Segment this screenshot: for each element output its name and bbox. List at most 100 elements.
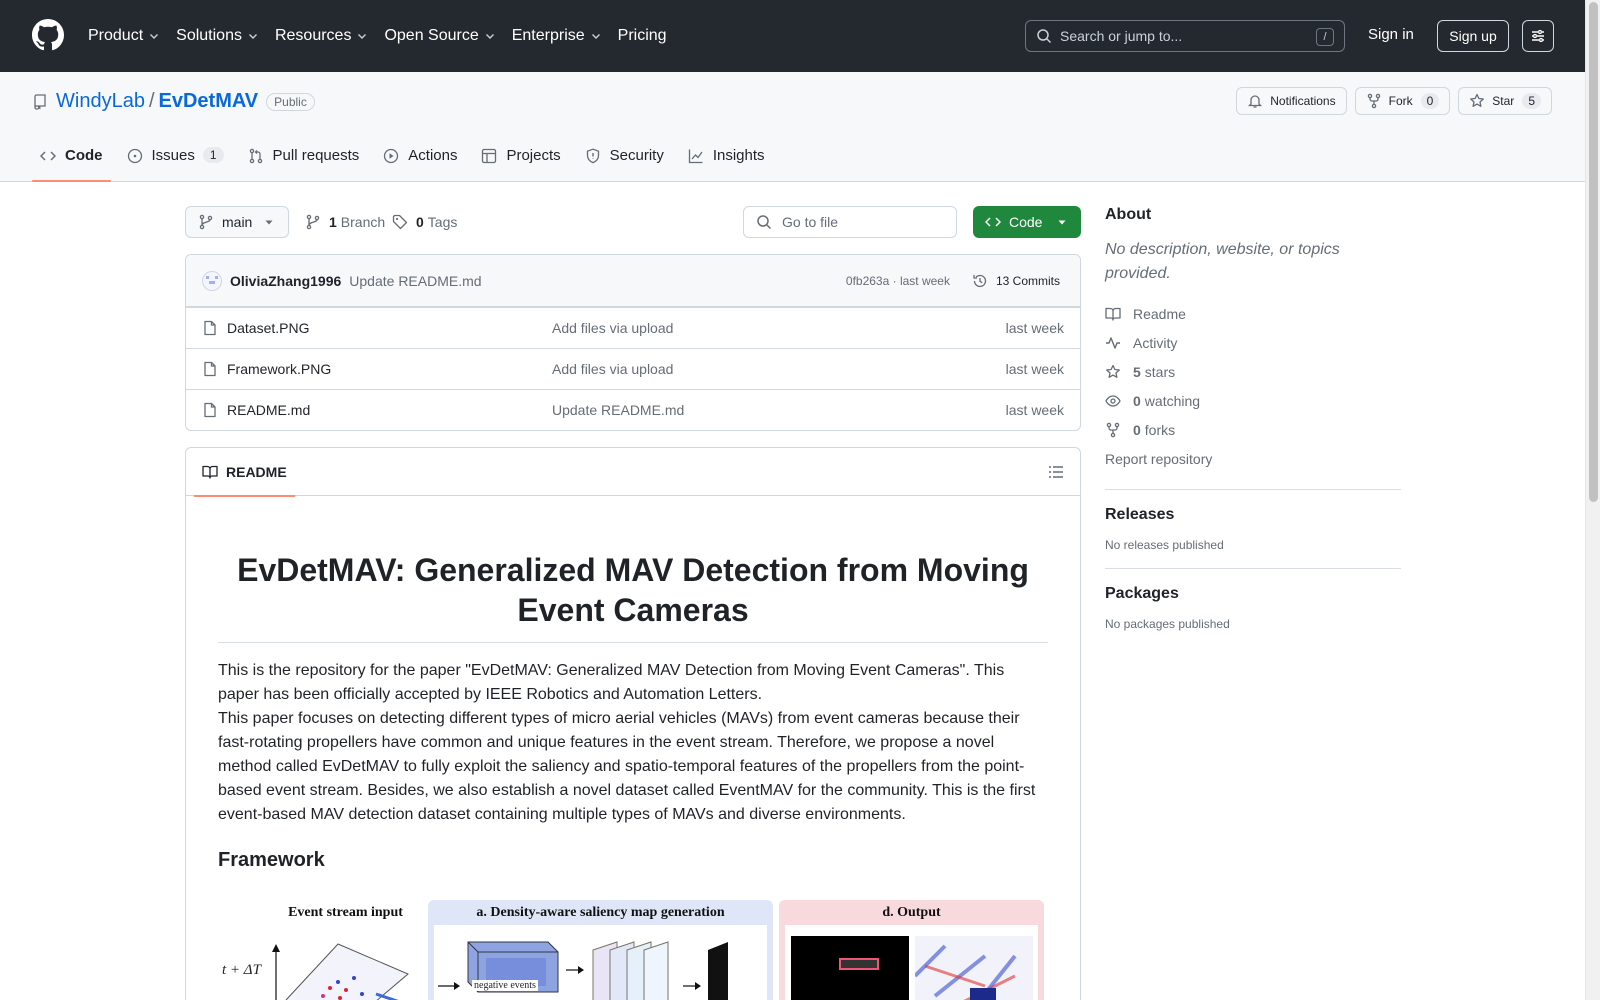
star-button[interactable]: Star 5 <box>1458 87 1552 115</box>
github-logo-icon[interactable] <box>32 19 64 51</box>
repo-header: WindyLab / EvDetMAV Public Notifications… <box>0 72 1585 182</box>
readme-tab[interactable]: README <box>194 448 295 497</box>
tab-insights[interactable]: Insights <box>680 143 773 181</box>
repo-name-link[interactable]: EvDetMAV <box>159 90 259 113</box>
branches-link[interactable]: 1 Branch <box>305 206 385 238</box>
branch-selector[interactable]: main <box>185 206 289 238</box>
event-scene-icon <box>915 944 1017 1000</box>
play-icon <box>384 148 399 164</box>
graph-icon <box>688 149 703 164</box>
avatar[interactable] <box>202 270 222 291</box>
nav-open-source[interactable]: Open Source <box>384 27 495 45</box>
file-list: OliviaZhang1996 Update README.md 0fb263a… <box>185 254 1081 431</box>
watching-link[interactable]: 0 watching <box>1105 386 1401 415</box>
code-icon <box>40 151 56 161</box>
framework-heading: Framework <box>218 849 325 871</box>
search-icon <box>1037 29 1052 44</box>
table-icon <box>482 148 497 164</box>
forks-label: forks <box>1144 421 1176 438</box>
tab-code-label: Code <box>65 147 103 164</box>
caret-down-icon <box>265 220 273 225</box>
tags-link[interactable]: 0 Tags <box>392 206 457 238</box>
notifications-button[interactable]: Notifications <box>1236 87 1347 115</box>
figure-block-a-label: negative events <box>472 980 538 991</box>
page-scrollbar[interactable] <box>1585 0 1600 1000</box>
about-links: Readme Activity 5 stars 0 watching 0 for… <box>1105 299 1401 473</box>
visibility-badge: Public <box>266 92 315 111</box>
commit-time: last week <box>899 274 950 288</box>
tab-security[interactable]: Security <box>577 143 672 181</box>
avatar-identicon-icon <box>206 275 218 284</box>
tab-projects-label: Projects <box>506 147 561 164</box>
commit-message[interactable]: Update README.md <box>349 273 481 289</box>
sign-in-link[interactable]: Sign in <box>1368 26 1414 43</box>
global-header: Product Solutions Resources Open Source … <box>0 0 1585 72</box>
readme-header: README <box>186 448 1080 497</box>
go-to-file-input[interactable]: Go to file <box>743 206 957 238</box>
pull-request-icon <box>249 148 262 164</box>
latest-commit-bar: OliviaZhang1996 Update README.md 0fb263a… <box>186 255 1080 307</box>
forks-link[interactable]: 0 forks <box>1105 415 1401 444</box>
file-commit-message[interactable]: Update README.md <box>552 402 684 418</box>
file-date: last week <box>1005 320 1064 336</box>
tab-issues-label: Issues <box>151 147 195 164</box>
file-row[interactable]: Framework.PNG Add files via upload last … <box>186 348 1080 389</box>
file-name[interactable]: Dataset.PNG <box>227 320 552 336</box>
nav-product[interactable]: Product <box>88 27 160 45</box>
chevron-down-icon <box>485 34 494 39</box>
fork-button[interactable]: Fork 0 <box>1354 87 1451 115</box>
commit-hash[interactable]: 0fb263a <box>846 274 889 288</box>
search-input[interactable]: Search or jump to... / <box>1025 20 1345 52</box>
nav-pricing[interactable]: Pricing <box>618 27 667 45</box>
nav-enterprise[interactable]: Enterprise <box>512 27 602 45</box>
activity-link[interactable]: Activity <box>1105 328 1401 357</box>
branch-icon <box>199 214 213 230</box>
tab-projects[interactable]: Projects <box>473 143 568 181</box>
packages-heading[interactable]: Packages <box>1105 585 1401 603</box>
stars-link[interactable]: 5 stars <box>1105 357 1401 386</box>
file-commit-message[interactable]: Add files via upload <box>552 361 673 377</box>
repo-owner-link[interactable]: WindyLab <box>56 90 145 113</box>
search-icon <box>757 215 772 230</box>
tab-code[interactable]: Code <box>32 143 111 182</box>
commit-author[interactable]: OliviaZhang1996 <box>230 273 341 289</box>
code-dropdown-button[interactable]: Code <box>973 206 1081 238</box>
tab-actions[interactable]: Actions <box>375 143 465 181</box>
file-row[interactable]: README.md Update README.md last week <box>186 389 1080 430</box>
sign-up-button[interactable]: Sign up <box>1437 20 1509 52</box>
nav-resources[interactable]: Resources <box>275 27 368 45</box>
tab-pull-requests[interactable]: Pull requests <box>240 143 368 181</box>
fork-label: Fork <box>1388 94 1413 108</box>
stars-count: 5 <box>1133 363 1141 380</box>
file-name[interactable]: README.md <box>227 402 552 418</box>
fork-count: 0 <box>1420 93 1440 109</box>
nav-solutions[interactable]: Solutions <box>176 27 259 45</box>
repo-sidebar: About No description, website, or topics… <box>1105 206 1401 631</box>
star-count: 5 <box>1522 93 1541 109</box>
chevron-down-icon <box>591 34 600 39</box>
issue-icon <box>127 148 142 164</box>
scrollbar-thumb[interactable] <box>1589 2 1598 502</box>
commits-history-link[interactable]: 13 Commits <box>966 273 1066 289</box>
fork-icon <box>1106 422 1120 437</box>
report-repository-link[interactable]: Report repository <box>1105 444 1401 473</box>
readme-title: EvDetMAV: Generalized MAV Detection from… <box>218 550 1048 643</box>
list-unordered-icon[interactable] <box>1048 464 1064 480</box>
shield-icon <box>586 148 599 164</box>
tag-icon <box>392 214 408 230</box>
output-detection-image <box>791 936 909 1000</box>
header-menu-button[interactable] <box>1522 20 1554 52</box>
file-commit-message[interactable]: Add files via upload <box>552 320 673 336</box>
figure-input-title: Event stream input <box>288 905 403 920</box>
tab-issues[interactable]: Issues 1 <box>119 143 232 181</box>
repo-path-separator: / <box>148 90 155 112</box>
releases-heading[interactable]: Releases <box>1105 506 1401 524</box>
nav-solutions-label: Solutions <box>176 27 242 44</box>
packages-empty-text: No packages published <box>1105 617 1230 631</box>
readme-link[interactable]: Readme <box>1105 299 1401 328</box>
figure-block-d-title: d. Output <box>882 905 941 920</box>
file-name[interactable]: Framework.PNG <box>227 361 552 377</box>
repo-actions: Notifications Fork 0 Star 5 <box>1228 87 1552 115</box>
readme-panel: README EvDetMAV: Generalized MAV Detecti… <box>185 447 1081 1000</box>
file-row[interactable]: Dataset.PNG Add files via upload last we… <box>186 307 1080 348</box>
